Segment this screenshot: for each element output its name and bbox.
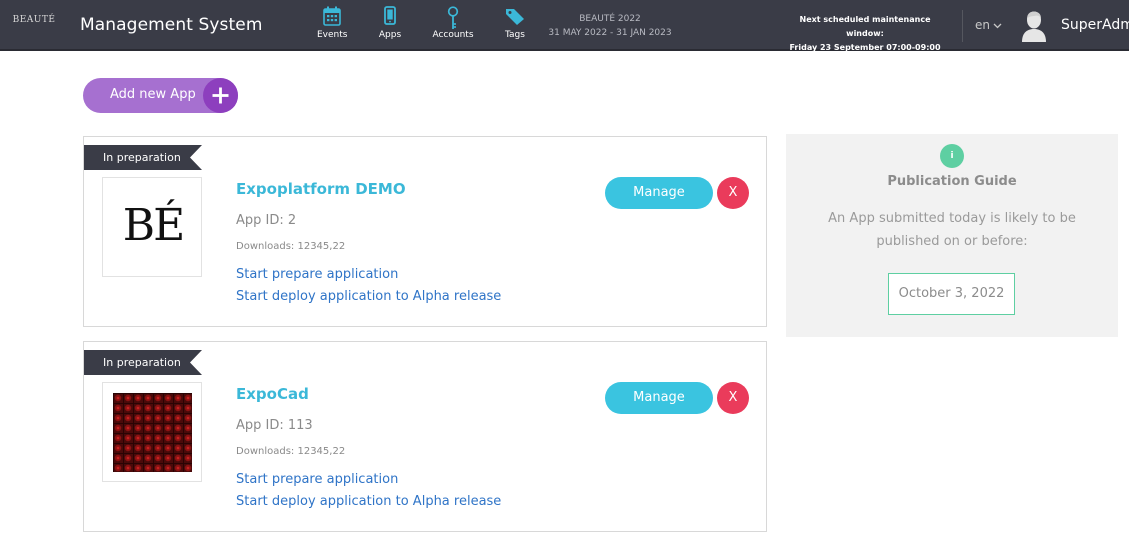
plus-icon	[203, 78, 238, 113]
tags-icon	[506, 9, 524, 25]
start-deploy-alpha-link[interactable]: Start deploy application to Alpha releas…	[236, 289, 501, 304]
nav-accounts[interactable]: Accounts	[431, 6, 475, 48]
app-downloads: Downloads: 12345,22	[236, 241, 346, 252]
current-event[interactable]: BEAUTÉ 2022 31 MAY 2022 - 31 JAN 2023	[540, 12, 680, 40]
nav-events-label: Events	[317, 30, 348, 40]
app-logo-image	[113, 393, 192, 472]
chevron-down-icon	[993, 18, 1002, 32]
username[interactable]: SuperAdmin	[1061, 17, 1129, 33]
status-label: In preparation	[103, 151, 181, 164]
app-id: App ID: 2	[236, 213, 297, 228]
info-icon: i	[940, 144, 964, 168]
start-prepare-link[interactable]: Start prepare application	[236, 472, 398, 487]
nav-accounts-label: Accounts	[432, 30, 474, 40]
language-selector[interactable]: en	[975, 18, 1002, 32]
app-logo: BÉ	[102, 177, 202, 277]
delete-app-button[interactable]: X	[717, 382, 749, 414]
language-code: en	[975, 18, 990, 32]
key-icon	[447, 6, 459, 29]
app-downloads: Downloads: 12345,22	[236, 446, 346, 457]
brand-logo-text: BEAUTÉ	[12, 15, 56, 25]
user-avatar[interactable]	[1020, 10, 1048, 42]
publication-guide-title: Publication Guide	[887, 174, 1017, 189]
start-prepare-link[interactable]: Start prepare application	[236, 267, 398, 282]
maintenance-title: Next scheduled maintenance window:	[799, 15, 931, 38]
phone-icon	[384, 6, 396, 25]
publication-date: October 3, 2022	[888, 273, 1015, 315]
app-id: App ID: 113	[236, 418, 313, 433]
manage-button[interactable]: Manage	[605, 382, 713, 414]
status-badge: In preparation	[84, 145, 202, 170]
header-divider	[962, 10, 963, 42]
status-label: In preparation	[103, 356, 181, 369]
brand-logo[interactable]: BEAUTÉ	[10, 14, 58, 36]
nav-tags[interactable]: Tags	[502, 6, 528, 48]
nav-apps-label: Apps	[378, 30, 402, 40]
current-event-name: BEAUTÉ 2022	[579, 14, 641, 24]
user-avatar-icon	[1022, 11, 1046, 42]
manage-button[interactable]: Manage	[605, 177, 713, 209]
add-new-app-label: Add new App	[110, 87, 196, 102]
nav-tags-label: Tags	[505, 30, 525, 40]
app-title: Management System	[80, 15, 263, 35]
nav-apps[interactable]: Apps	[376, 6, 404, 48]
current-event-dates: 31 MAY 2022 - 31 JAN 2023	[548, 28, 672, 38]
calendar-icon	[323, 6, 341, 26]
app-card: In preparation ExpoCad App ID: 113 Downl…	[83, 341, 767, 532]
delete-app-button[interactable]: X	[717, 177, 749, 209]
top-navigation-bar: BEAUTÉ Management System Events Apps Acc…	[0, 0, 1129, 66]
status-badge: In preparation	[84, 350, 202, 375]
maintenance-window: Friday 23 September 07:00-09:00 GMT	[789, 43, 941, 66]
start-deploy-alpha-link[interactable]: Start deploy application to Alpha releas…	[236, 494, 501, 509]
publication-guide-panel: i Publication Guide An App submitted tod…	[786, 134, 1118, 337]
nav-events[interactable]: Events	[317, 6, 347, 48]
app-name: Expoplatform DEMO	[236, 180, 406, 198]
add-new-app-button[interactable]: Add new App	[83, 78, 238, 113]
app-logo-text: BÉ	[122, 200, 185, 251]
app-card: In preparation BÉ Expoplatform DEMO App …	[83, 136, 767, 327]
app-logo	[102, 382, 202, 482]
publication-guide-text: An App submitted today is likely to be p…	[828, 211, 1076, 249]
app-name: ExpoCad	[236, 385, 309, 403]
maintenance-notice: Next scheduled maintenance window: Frida…	[780, 13, 950, 69]
